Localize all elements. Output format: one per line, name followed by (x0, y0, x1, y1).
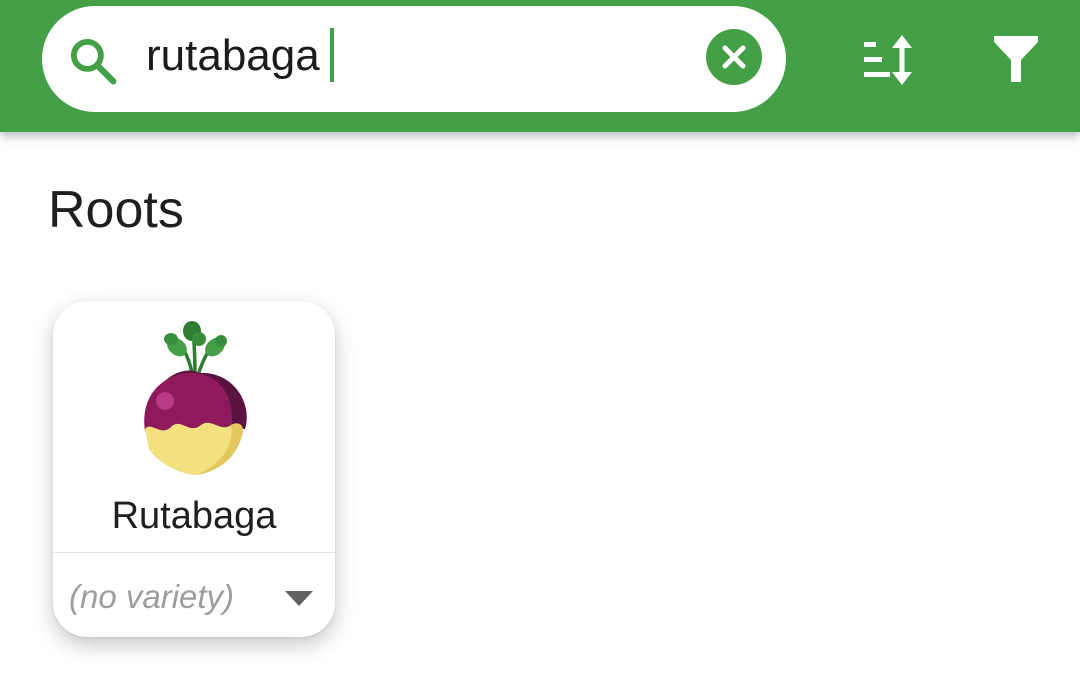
rutabaga-icon (144, 321, 247, 475)
clear-search-button[interactable] (706, 29, 762, 85)
sort-button[interactable] (856, 32, 924, 88)
search-input[interactable] (146, 24, 686, 88)
section-title: Roots (48, 181, 184, 239)
dropdown-arrow-icon (285, 591, 313, 606)
vegetable-name: Rutabaga (111, 495, 277, 537)
filter-icon (994, 36, 1038, 82)
filter-button[interactable] (988, 32, 1044, 88)
text-cursor (330, 28, 334, 82)
app-bar (0, 0, 1080, 132)
variety-dropdown[interactable]: (no variety) (53, 553, 335, 637)
close-icon (722, 45, 746, 69)
variety-label: (no variety) (69, 578, 235, 615)
search-icon (70, 38, 117, 85)
sort-icon (864, 35, 912, 85)
vegetable-card[interactable]: Rutabaga (no variety) (53, 301, 335, 637)
